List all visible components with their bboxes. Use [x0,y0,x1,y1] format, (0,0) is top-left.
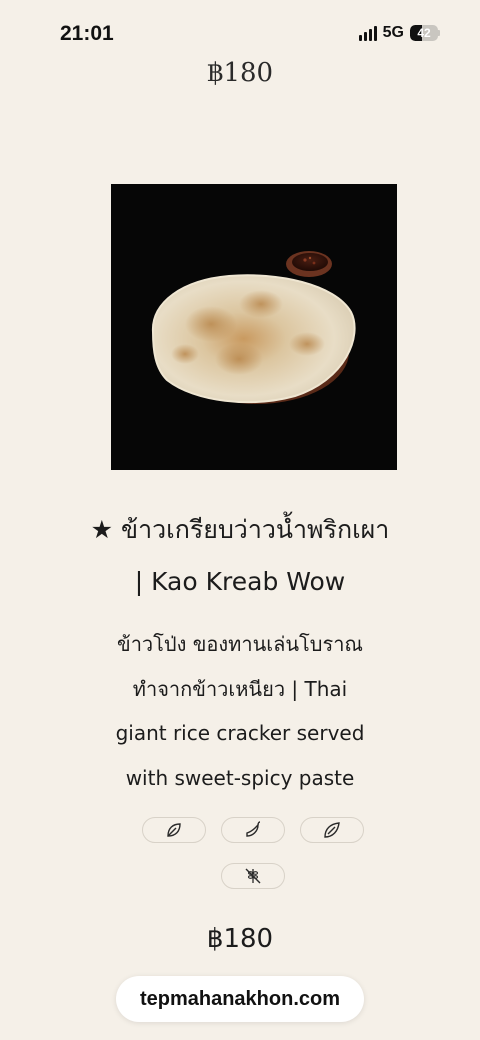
product-image[interactable] [111,184,397,470]
url-bar[interactable]: tepmahanakhon.com [116,976,364,1022]
product-title: ★ ข้าวเกรียบว่าวน้ำพริกเผา | Kao Kreab W… [90,515,390,596]
status-indicators: 5G 42 [358,24,440,42]
signal-icon [358,25,377,41]
network-label: 5G [382,24,404,41]
vegetarian-leaf-icon [167,823,181,837]
previous-item-price: ฿180 [206,58,274,88]
status-time: 21:01 [60,22,114,45]
vegetarian-badge [142,817,206,843]
spicy-badge [221,817,285,843]
vegan-badge [300,817,364,843]
chili-icon [246,821,261,837]
battery-nub [438,30,440,36]
product-description: ข้าวโป่ง ของทานเล่นโบราณ ทำจากข้าวเหนียว… [115,632,365,790]
product-price: ฿180 [206,924,274,954]
gluten-free-icon [245,868,261,884]
battery-icon: 42 [410,25,438,41]
rice-cracker-photo [111,184,397,470]
gluten-free-badge [221,863,285,889]
vegan-leaf-icon [324,822,340,838]
battery-level: 42 [417,26,431,40]
